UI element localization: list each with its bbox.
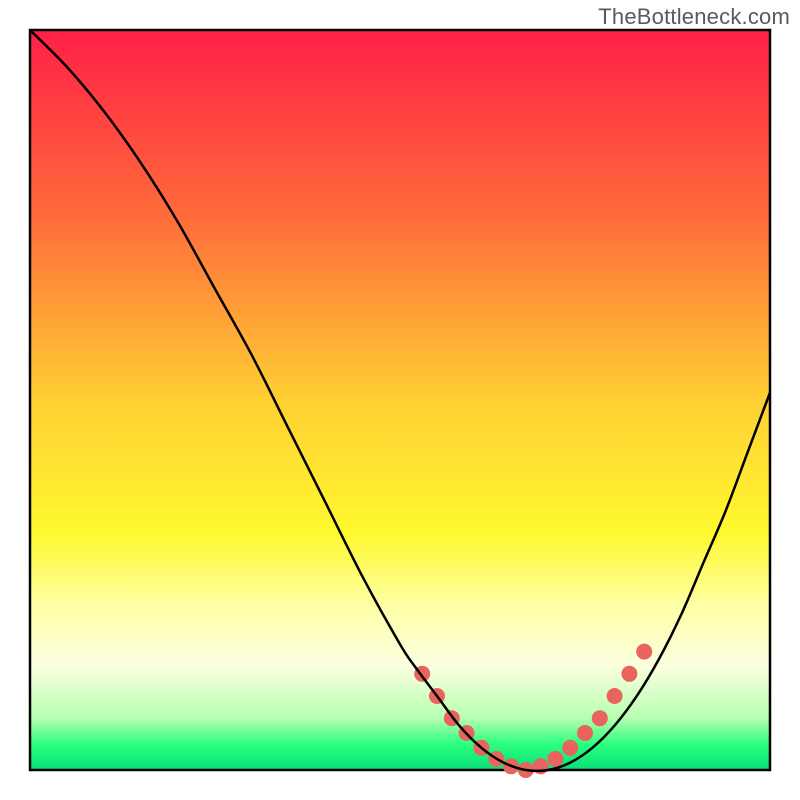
marker-point xyxy=(592,710,608,726)
chart-container: { "watermark": "TheBottleneck.com", "cha… xyxy=(0,0,800,800)
marker-point xyxy=(577,725,593,741)
marker-point xyxy=(607,688,623,704)
watermark-text: TheBottleneck.com xyxy=(598,4,790,30)
marker-point xyxy=(621,666,637,682)
chart-svg xyxy=(0,0,800,800)
marker-point xyxy=(547,751,563,767)
marker-point xyxy=(636,644,652,660)
marker-point xyxy=(562,740,578,756)
